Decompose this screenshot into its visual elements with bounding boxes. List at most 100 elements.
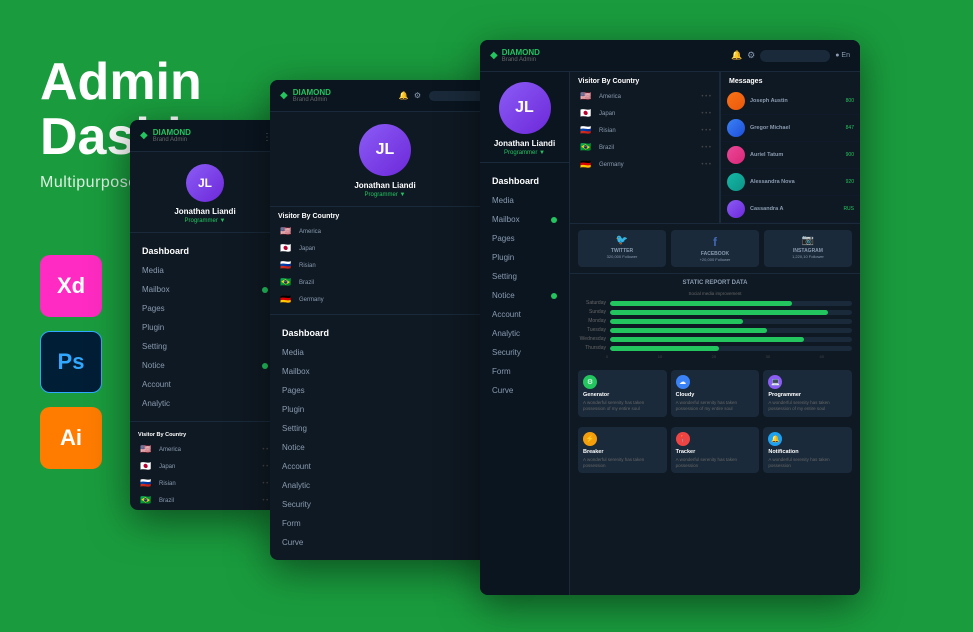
- nav-form-lg[interactable]: Form: [480, 362, 569, 381]
- nav-item-media-md[interactable]: Media: [270, 343, 500, 362]
- visitor-title-lg: Visitor By Country: [570, 72, 719, 88]
- msg-name-cass-lg: Cassandra A: [750, 206, 838, 212]
- country-name-ru-sm: Risian: [159, 481, 257, 487]
- nav-item-media-sm[interactable]: Media: [130, 261, 280, 280]
- nav-item-mailbox-sm[interactable]: Mailbox: [130, 280, 280, 299]
- bell-icon-lg[interactable]: 🔔: [731, 50, 742, 61]
- card-text-prog-lg: A wonderful serenity has taken possessio…: [768, 400, 847, 412]
- bottom-cards-lg: ⚙ Generator A wonderful serenity has tak…: [570, 365, 860, 595]
- bell-icon-md[interactable]: 🔔: [399, 91, 409, 100]
- card-text-break-lg: A wonderful serenity has taken possessio…: [583, 457, 662, 469]
- messages-col-lg: Messages Joseph Austin 800 Gregor Michae…: [720, 72, 860, 223]
- flag-jp-sm: 🇯🇵: [138, 461, 154, 472]
- social-instagram-lg: 📷 INSTAGRAM 1,220,10 Follower: [764, 230, 852, 267]
- section-title-sm: Visitor By Country: [130, 426, 280, 441]
- flag-ru-sm: 🇷🇺: [138, 478, 154, 489]
- diamond-icon-lg: ◆: [490, 50, 498, 61]
- panel-lg-sidebar: JL Jonathan Liandi Programmer ▼ Dashboar…: [480, 72, 570, 595]
- panel-sm-user: JL Jonathan Liandi Programmer ▼: [130, 152, 280, 233]
- gear-icon-md[interactable]: ⚙: [414, 91, 421, 100]
- nav-item-mailbox-md[interactable]: Mailbox: [270, 362, 500, 381]
- card-title-track-lg: Tracker: [676, 449, 755, 455]
- country-america-md: 🇺🇸America• • •: [270, 223, 500, 240]
- nav-item-pages-sm[interactable]: Pages: [130, 299, 280, 318]
- nav-item-pages-md[interactable]: Pages: [270, 381, 500, 400]
- nav-item-security-md[interactable]: Security: [270, 495, 500, 514]
- nav-account-lg[interactable]: Account: [480, 305, 569, 324]
- country-de-lg: 🇩🇪Germany• • •: [570, 156, 719, 173]
- brand-name-md: DIAMOND: [293, 88, 331, 97]
- msg-time-auriel-lg: 900: [846, 152, 854, 158]
- country-russia-md: 🇷🇺Risian• • •: [270, 257, 500, 274]
- nav-item-form-md[interactable]: Form: [270, 514, 500, 533]
- nav-item-analytic-sm[interactable]: Analytic: [130, 394, 280, 413]
- nav-curve-lg[interactable]: Curve: [480, 381, 569, 400]
- country-brazil-sm: 🇧🇷 Brazil • • •: [130, 492, 280, 509]
- msg-aless-lg: Alessandra Nova 920: [721, 169, 860, 196]
- country-japan-sm: 🇯🇵 Japan • • •: [130, 458, 280, 475]
- country-brazil-md: 🇧🇷Brazil• • •: [270, 274, 500, 291]
- card-title-prog-lg: Programmer: [768, 392, 847, 398]
- card-title-cloud-lg: Cloudy: [676, 392, 755, 398]
- nav-item-notice-sm[interactable]: Notice: [130, 356, 280, 375]
- msg-time-joseph-lg: 800: [846, 98, 854, 104]
- country-america-sm: 🇺🇸 America • • •: [130, 441, 280, 458]
- nav-item-curve-md[interactable]: Curve: [270, 533, 500, 552]
- card-title-notif-lg: Notification: [768, 449, 847, 455]
- nav-item-account-md[interactable]: Account: [270, 457, 500, 476]
- card-cloudy-lg: ☁ Cloudy A wonderful serenity has taken …: [671, 370, 760, 417]
- country-section-md: Visitor By Country 🇺🇸America• • • 🇯🇵Japa…: [270, 207, 500, 315]
- nav-setting-lg[interactable]: Setting: [480, 267, 569, 286]
- chart-lg: STATIC REPORT DATA Social media improvem…: [570, 274, 860, 365]
- country-jp-lg: 🇯🇵Japan• • •: [570, 105, 719, 122]
- gear-icon-lg[interactable]: ⚙: [747, 50, 755, 61]
- card-notification-lg: 🔔 Notification A wonderful serenity has …: [763, 427, 852, 474]
- card-generator-lg: ⚙ Generator A wonderful serenity has tak…: [578, 370, 667, 417]
- nav-pages-lg[interactable]: Pages: [480, 229, 569, 248]
- flag-br-sm: 🇧🇷: [138, 495, 154, 506]
- nav-item-notice-md[interactable]: Notice: [270, 438, 500, 457]
- nav-plugin-lg[interactable]: Plugin: [480, 248, 569, 267]
- chart-title-lg: STATIC REPORT DATA: [578, 280, 852, 286]
- card-breaker-lg: ⚡ Breaker A wonderful serenity has taken…: [578, 427, 667, 474]
- nav-items-sm: Dashboard Media Mailbox Pages Plugin Set…: [130, 233, 280, 421]
- msg-joseph-lg: Joseph Austin 800: [721, 88, 860, 115]
- section-title-md: Visitor By Country: [270, 207, 500, 223]
- nav-mailbox-lg[interactable]: Mailbox: [480, 210, 569, 229]
- nav-security-lg[interactable]: Security: [480, 343, 569, 362]
- nav-item-analytic-md[interactable]: Analytic: [270, 476, 500, 495]
- user-name-sm: Jonathan Liandi: [174, 207, 235, 216]
- nav-item-plugin-sm[interactable]: Plugin: [130, 318, 280, 337]
- msg-time-gregor-lg: 847: [846, 125, 854, 131]
- nav-item-account-sm[interactable]: Account: [130, 375, 280, 394]
- brand-name-lg: DIAMOND: [502, 48, 540, 57]
- twitter-count-lg: 320,000 Follower: [583, 254, 661, 259]
- brand-sub-lg: Brand Admin: [502, 57, 540, 63]
- msg-name-gregor-lg: Gregor Michael: [750, 125, 841, 131]
- diamond-icon-sm: ◆: [140, 130, 148, 141]
- facebook-icon-lg: f: [676, 235, 754, 249]
- nav-item-plugin-md[interactable]: Plugin: [270, 400, 500, 419]
- instagram-icon-lg: 📷: [769, 235, 847, 246]
- nav-item-setting-md[interactable]: Setting: [270, 419, 500, 438]
- nav-item-dashboard-md[interactable]: Dashboard: [270, 323, 500, 343]
- nav-dashboard-lg[interactable]: Dashboard: [480, 171, 569, 191]
- panel-md-header: ◆ DIAMOND Brand Admin 🔔 ⚙ ⋮: [270, 80, 500, 112]
- nav-item-setting-sm[interactable]: Setting: [130, 337, 280, 356]
- panel-lg-main: Visitor By Country 🇺🇸America• • • 🇯🇵Japa…: [570, 72, 860, 595]
- nav-analytic-lg[interactable]: Analytic: [480, 324, 569, 343]
- brand-name-sm: DIAMOND: [153, 128, 191, 137]
- nav-item-dashboard-sm[interactable]: Dashboard: [130, 241, 280, 261]
- twitter-icon-lg: 🐦: [583, 235, 661, 246]
- chart-axis-10: 10: [658, 354, 662, 359]
- social-row-lg: 🐦 TWITTER 320,000 Follower f FACEBOOK +2…: [570, 223, 860, 274]
- msg-time-aless-lg: 920: [846, 179, 854, 185]
- nav-items-md: Dashboard Media Mailbox Pages Plugin Set…: [270, 315, 500, 560]
- chart-axis-0: 0: [606, 354, 608, 359]
- nav-notice-lg[interactable]: Notice: [480, 286, 569, 305]
- card-title-break-lg: Breaker: [583, 449, 662, 455]
- visitor-col-lg: Visitor By Country 🇺🇸America• • • 🇯🇵Japa…: [570, 72, 720, 223]
- panel-medium: ◆ DIAMOND Brand Admin 🔔 ⚙ ⋮ JL Jonathan …: [270, 80, 500, 560]
- diamond-icon-md: ◆: [280, 90, 288, 101]
- nav-media-lg[interactable]: Media: [480, 191, 569, 210]
